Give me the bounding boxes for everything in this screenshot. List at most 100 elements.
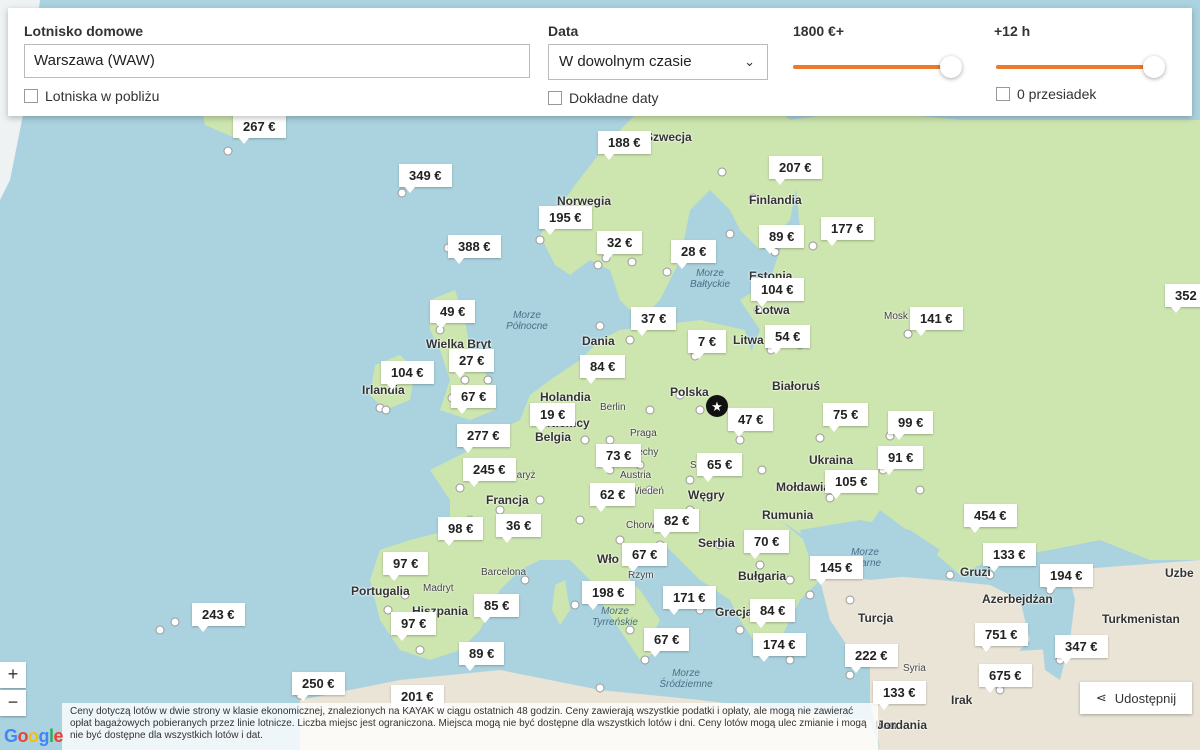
price-marker[interactable]: 174 €: [753, 633, 806, 662]
price-slider-label: 1800 €+: [793, 23, 844, 39]
price-marker[interactable]: 145 €: [810, 556, 863, 585]
price-disclaimer: Ceny dotyczą lotów w dwie strony w klasi…: [62, 703, 878, 750]
price-marker[interactable]: 141 €: [910, 307, 963, 336]
price-marker[interactable]: 82 €: [654, 509, 700, 538]
price-marker[interactable]: 388 €: [448, 235, 501, 264]
place-label: Mołdawia: [776, 480, 831, 494]
price-marker[interactable]: 751 €: [975, 623, 1028, 652]
zoom-in-button[interactable]: +: [0, 662, 26, 688]
price-marker[interactable]: 243 €: [192, 603, 245, 632]
price-marker[interactable]: 67 €: [622, 543, 668, 572]
place-label: Serbia: [698, 536, 735, 550]
price-marker[interactable]: 65 €: [697, 453, 743, 482]
place-label: Belgia: [535, 430, 572, 444]
place-label: Grecja: [715, 605, 753, 619]
price-marker[interactable]: 105 €: [825, 470, 878, 499]
date-label: Data: [548, 23, 579, 39]
exact-dates-label: Dokładne daty: [569, 90, 659, 106]
google-logo: Google: [4, 726, 64, 746]
price-marker[interactable]: 97 €: [391, 612, 437, 641]
date-select[interactable]: W dowolnym czasie ⌄: [548, 44, 768, 80]
place-label: Polska: [670, 385, 709, 399]
price-marker[interactable]: 277 €: [457, 424, 510, 453]
price-marker[interactable]: 267 €: [233, 115, 286, 144]
price-marker[interactable]: 62 €: [590, 483, 636, 512]
price-marker[interactable]: 37 €: [631, 307, 677, 336]
zoom-out-button[interactable]: −: [0, 690, 26, 716]
price-marker[interactable]: 454 €: [964, 504, 1017, 533]
place-label: Holandia: [540, 390, 591, 404]
price-marker[interactable]: 349 €: [399, 164, 452, 193]
price-marker[interactable]: 84 €: [580, 355, 626, 384]
price-marker[interactable]: 207 €: [769, 156, 822, 185]
price-marker[interactable]: 19 €: [530, 403, 576, 432]
price-marker[interactable]: 245 €: [463, 458, 516, 487]
place-label: Azerbejdżan: [982, 592, 1053, 606]
price-marker[interactable]: 222 €: [845, 644, 898, 673]
place-label: Gruzi: [960, 565, 991, 579]
duration-slider-label: +12 h: [994, 23, 1031, 39]
price-marker[interactable]: 188 €: [598, 131, 651, 160]
price-marker[interactable]: 177 €: [821, 217, 874, 246]
share-button[interactable]: ⋖ Udostępnij: [1080, 682, 1192, 714]
price-marker[interactable]: 250 €: [292, 672, 345, 701]
price-marker[interactable]: 347 €: [1055, 635, 1108, 664]
price-marker[interactable]: 104 €: [751, 278, 804, 307]
home-airport-input[interactable]: Warszawa (WAW): [24, 44, 530, 78]
price-marker[interactable]: 171 €: [663, 586, 716, 615]
nonstop-checkbox-row[interactable]: 0 przesiadek: [996, 86, 1096, 102]
exact-dates-checkbox[interactable]: [548, 91, 562, 105]
place-label: Barcelona: [481, 567, 527, 578]
place-label: Mosk: [884, 311, 908, 322]
price-marker[interactable]: 67 €: [644, 628, 690, 657]
price-marker[interactable]: 675 €: [979, 664, 1032, 693]
price-marker[interactable]: 195 €: [539, 206, 592, 235]
price-slider-fill: [793, 65, 951, 69]
date-select-value: W dowolnym czasie: [559, 53, 692, 70]
price-marker[interactable]: 70 €: [744, 530, 790, 559]
duration-slider-thumb[interactable]: [1143, 56, 1165, 78]
sea-label: Morze Śródziemne: [659, 668, 713, 690]
place-label: Węgry: [688, 488, 725, 502]
price-marker[interactable]: 73 €: [596, 444, 642, 473]
price-marker[interactable]: 54 €: [765, 325, 811, 354]
price-marker[interactable]: 49 €: [430, 300, 476, 329]
place-label: Szwecja: [645, 130, 692, 144]
price-marker[interactable]: 27 €: [449, 349, 495, 378]
place-label: Irlandia: [362, 383, 405, 397]
price-marker[interactable]: 36 €: [496, 514, 542, 543]
price-marker[interactable]: 75 €: [823, 403, 869, 432]
nonstop-label: 0 przesiadek: [1017, 86, 1097, 102]
price-marker[interactable]: 89 €: [459, 642, 505, 671]
place-label: Madryt: [423, 583, 454, 594]
place-label: Wło: [597, 552, 619, 566]
price-marker[interactable]: 67 €: [451, 385, 497, 414]
price-marker[interactable]: 352: [1165, 284, 1200, 313]
price-marker[interactable]: 91 €: [878, 446, 924, 475]
duration-slider[interactable]: [996, 55, 1165, 79]
price-marker[interactable]: 97 €: [383, 552, 429, 581]
place-label: Uzbe: [1165, 566, 1194, 580]
price-marker[interactable]: 198 €: [582, 581, 635, 610]
price-marker[interactable]: 98 €: [438, 517, 484, 546]
price-marker[interactable]: 32 €: [597, 231, 643, 260]
price-marker[interactable]: 85 €: [474, 594, 520, 623]
nearby-airports-checkbox[interactable]: [24, 89, 38, 103]
price-slider-thumb[interactable]: [940, 56, 962, 78]
price-marker[interactable]: 133 €: [983, 543, 1036, 572]
price-marker[interactable]: 7 €: [688, 330, 727, 359]
place-label: Chorw: [626, 520, 655, 531]
exact-dates-checkbox-row[interactable]: Dokładne daty: [548, 90, 659, 106]
price-marker[interactable]: 47 €: [728, 408, 774, 437]
price-marker[interactable]: 84 €: [750, 599, 796, 628]
price-marker[interactable]: 28 €: [671, 240, 717, 269]
price-marker[interactable]: 99 €: [888, 411, 934, 440]
nearby-airports-checkbox-row[interactable]: Lotniska w pobliżu: [24, 88, 159, 104]
price-marker[interactable]: 89 €: [759, 225, 805, 254]
price-marker[interactable]: 194 €: [1040, 564, 1093, 593]
price-marker[interactable]: 133 €: [873, 681, 926, 710]
sea-label: Morze Bałtyckie: [689, 268, 730, 290]
price-marker[interactable]: 104 €: [381, 361, 434, 390]
price-slider[interactable]: [793, 55, 962, 79]
nonstop-checkbox[interactable]: [996, 87, 1010, 101]
